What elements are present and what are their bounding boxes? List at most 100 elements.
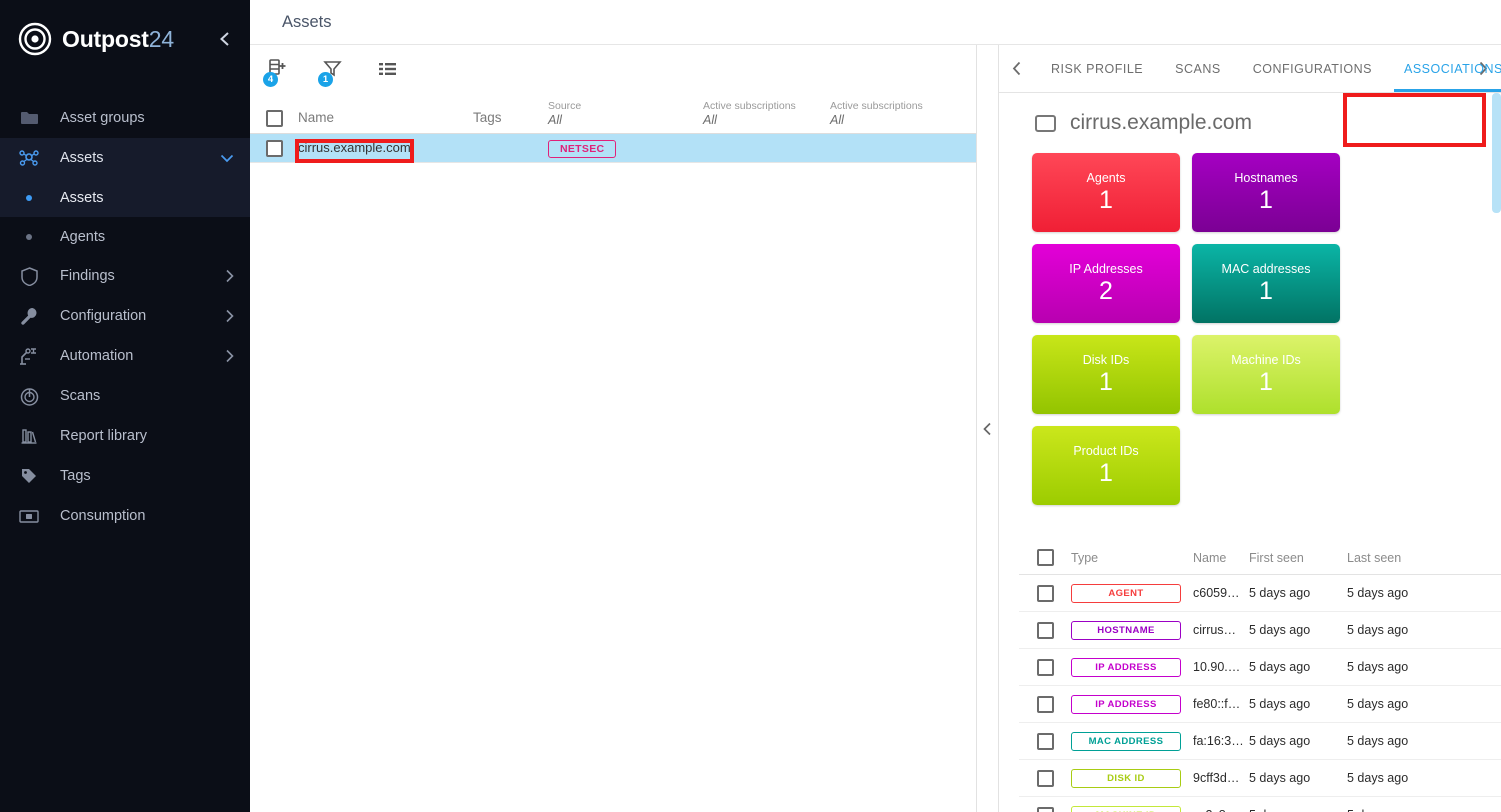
asset-name-link[interactable]: cirrus.example.com bbox=[298, 140, 411, 155]
tab-risk-profile[interactable]: RISK PROFILE bbox=[1035, 45, 1159, 92]
columns-list-button[interactable] bbox=[371, 52, 404, 85]
sidebar-item-configuration[interactable]: Configuration bbox=[0, 296, 250, 336]
sidebar-item-tags[interactable]: Tags bbox=[0, 456, 250, 496]
table-row[interactable]: cirrus.example.com NETSEC bbox=[250, 134, 976, 163]
row-checkbox[interactable] bbox=[1036, 658, 1054, 676]
sidebar-subitem-label: Agents bbox=[60, 228, 106, 245]
row-cell-name[interactable]: fe80::f… bbox=[1193, 697, 1249, 711]
column-filter-value[interactable]: All bbox=[830, 113, 976, 127]
select-all-checkbox[interactable] bbox=[265, 110, 283, 127]
row-cell-first-seen: 5 days ago bbox=[1249, 808, 1347, 812]
row-cell-name[interactable]: 9cff3d… bbox=[1193, 771, 1249, 785]
sidebar-collapse-button[interactable] bbox=[216, 27, 234, 51]
add-asset-button[interactable]: 4 bbox=[261, 52, 294, 87]
pane-collapse-handle[interactable] bbox=[977, 45, 999, 812]
card-label: Machine IDs bbox=[1231, 352, 1301, 367]
row-cell-name[interactable]: c6059… bbox=[1193, 586, 1249, 600]
sidebar-item-label: Report library bbox=[60, 428, 148, 444]
sidebar-item-report-library[interactable]: Report library bbox=[0, 416, 250, 456]
row-checkbox[interactable] bbox=[1036, 732, 1054, 750]
sidebar-item-assets[interactable]: Assets bbox=[0, 138, 250, 178]
chevron-right-icon[interactable] bbox=[225, 269, 234, 283]
row-select-cell bbox=[1019, 658, 1071, 676]
row-checkbox[interactable] bbox=[1036, 695, 1054, 713]
column-header-tags[interactable]: Tags bbox=[473, 109, 548, 127]
table-row[interactable]: DISK ID 9cff3d… 5 days ago 5 days ago bbox=[1019, 760, 1501, 797]
sidebar-item-scans[interactable]: Scans bbox=[0, 376, 250, 416]
table-row[interactable]: MAC ADDRESS fa:16:3… 5 days ago 5 days a… bbox=[1019, 723, 1501, 760]
column-label: Tags bbox=[473, 110, 502, 125]
tag-badge[interactable]: NETSEC bbox=[548, 139, 617, 158]
column-filter-value[interactable]: All bbox=[548, 113, 703, 127]
tab-scans[interactable]: SCANS bbox=[1159, 45, 1237, 92]
type-badge: MAC ADDRESS bbox=[1071, 731, 1181, 751]
table-row[interactable]: IP ADDRESS fe80::f… 5 days ago 5 days ag… bbox=[1019, 686, 1501, 723]
asset-table-header: Name Tags Source All Active subscription… bbox=[250, 92, 976, 134]
sidebar-item-label: Scans bbox=[60, 388, 101, 404]
card-value: 1 bbox=[1099, 458, 1113, 487]
table-row[interactable]: IP ADDRESS 10.90.… 5 days ago 5 days ago bbox=[1019, 649, 1501, 686]
filter-button[interactable]: 1 bbox=[316, 52, 349, 87]
assoc-column-type[interactable]: Type bbox=[1071, 549, 1193, 567]
assoc-column-first-seen[interactable]: First seen bbox=[1249, 551, 1347, 565]
row-select-cell bbox=[1019, 584, 1071, 602]
row-cell-name[interactable]: cirrus.example.com bbox=[298, 139, 473, 157]
detail-asset-name: cirrus.example.com bbox=[1070, 111, 1253, 134]
table-row[interactable]: AGENT c6059… 5 days ago 5 days ago bbox=[1019, 575, 1501, 612]
table-row[interactable]: MACHINE ID cc2c8… 5 days ago 5 days ago bbox=[1019, 797, 1501, 812]
sidebar-subitem-label: Assets bbox=[60, 189, 104, 206]
chevron-left-icon bbox=[983, 422, 992, 436]
detail-scrollbar[interactable] bbox=[1492, 93, 1501, 812]
sidebar-subitem-agents[interactable]: Agents bbox=[0, 217, 250, 256]
tab-associations[interactable]: ASSOCIATIONS bbox=[1388, 45, 1501, 92]
row-select-cell bbox=[1019, 769, 1071, 787]
row-cell-name[interactable]: cirrus… bbox=[1193, 623, 1249, 637]
card-disk-ids[interactable]: Disk IDs 1 bbox=[1032, 335, 1180, 414]
row-cell-name[interactable]: cc2c8… bbox=[1193, 808, 1249, 812]
tabs-prev-button[interactable] bbox=[999, 45, 1035, 92]
sidebar-item-consumption[interactable]: Consumption bbox=[0, 496, 250, 536]
sidebar-subitem-assets[interactable]: Assets bbox=[0, 178, 250, 217]
table-row[interactable]: HOSTNAME cirrus… 5 days ago 5 days ago bbox=[1019, 612, 1501, 649]
tabs-list: RISK PROFILE SCANS CONFIGURATIONS ASSOCI… bbox=[1035, 45, 1501, 92]
row-checkbox[interactable] bbox=[1036, 769, 1054, 787]
assoc-column-name[interactable]: Name bbox=[1193, 551, 1249, 565]
column-label: Name bbox=[1193, 550, 1227, 565]
row-cell-last-seen: 5 days ago bbox=[1347, 586, 1409, 600]
tab-configurations[interactable]: CONFIGURATIONS bbox=[1237, 45, 1388, 92]
row-cell-name[interactable]: 10.90.… bbox=[1193, 660, 1249, 674]
column-header-name[interactable]: Name bbox=[298, 109, 473, 127]
card-machine-ids[interactable]: Machine IDs 1 bbox=[1192, 335, 1340, 414]
chevron-right-icon[interactable] bbox=[225, 349, 234, 363]
chevron-right-icon[interactable] bbox=[225, 309, 234, 323]
row-checkbox[interactable] bbox=[1036, 621, 1054, 639]
sidebar-item-label: Assets bbox=[60, 150, 104, 166]
row-cell-name[interactable]: fa:16:3… bbox=[1193, 734, 1249, 748]
brand-name: Outpost bbox=[62, 25, 149, 52]
assoc-select-all-checkbox[interactable] bbox=[1036, 549, 1054, 566]
card-ip-addresses[interactable]: IP Addresses 2 bbox=[1032, 244, 1180, 323]
column-header-active-subscriptions-2[interactable]: Active subscriptions All bbox=[830, 100, 976, 127]
row-checkbox[interactable] bbox=[265, 139, 283, 157]
type-badge: MACHINE ID bbox=[1071, 805, 1181, 812]
card-agents[interactable]: Agents 1 bbox=[1032, 153, 1180, 232]
card-product-ids[interactable]: Product IDs 1 bbox=[1032, 426, 1180, 505]
sidebar-item-findings[interactable]: Findings bbox=[0, 256, 250, 296]
row-cell-last-seen: 5 days ago bbox=[1347, 697, 1409, 711]
scrollbar-thumb[interactable] bbox=[1492, 93, 1501, 213]
sidebar-item-asset-groups[interactable]: Asset groups bbox=[0, 98, 250, 138]
sidebar-item-automation[interactable]: Automation bbox=[0, 336, 250, 376]
select-all-cell bbox=[250, 110, 298, 127]
card-mac-addresses[interactable]: MAC addresses 1 bbox=[1192, 244, 1340, 323]
card-hostnames[interactable]: Hostnames 1 bbox=[1192, 153, 1340, 232]
assoc-column-last-seen[interactable]: Last seen bbox=[1347, 551, 1501, 565]
row-cell-first-seen: 5 days ago bbox=[1249, 623, 1311, 637]
row-checkbox[interactable] bbox=[1036, 584, 1054, 602]
column-header-source[interactable]: Source All bbox=[548, 100, 703, 127]
row-checkbox[interactable] bbox=[1036, 806, 1054, 812]
column-header-active-subscriptions-1[interactable]: Active subscriptions All bbox=[703, 100, 830, 127]
row-select-cell bbox=[250, 139, 298, 157]
add-asset-badge: 4 bbox=[263, 72, 278, 87]
column-filter-value[interactable]: All bbox=[703, 113, 830, 127]
chevron-down-icon[interactable] bbox=[220, 153, 234, 163]
